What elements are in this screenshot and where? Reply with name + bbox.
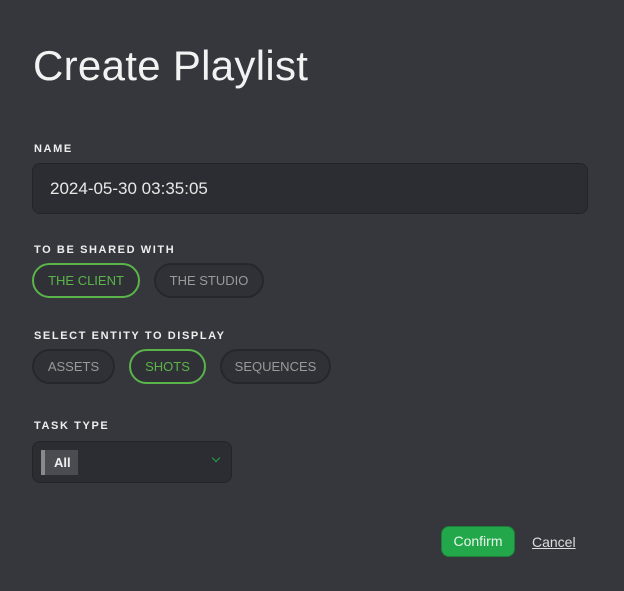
name-input[interactable] [32,163,588,214]
entity-option-assets[interactable]: ASSETS [32,349,115,384]
entity-option-sequences[interactable]: SEQUENCES [220,349,331,384]
page-title: Create Playlist [33,42,309,89]
entity-option-shots[interactable]: SHOTS [129,349,206,384]
task-type-value: All [41,450,78,475]
shared-label: TO BE SHARED WITH [34,244,176,256]
shared-option-the-client[interactable]: THE CLIENT [32,263,140,298]
shared-option-the-studio[interactable]: THE STUDIO [154,263,264,298]
chevron-down-icon [211,453,221,463]
confirm-button[interactable]: Confirm [441,526,515,557]
name-label: NAME [34,143,73,155]
task-type-label: TASK TYPE [34,420,110,432]
task-type-select[interactable]: All [32,441,232,483]
entity-label: SELECT ENTITY TO DISPLAY [34,330,226,342]
cancel-link[interactable]: Cancel [532,534,576,550]
